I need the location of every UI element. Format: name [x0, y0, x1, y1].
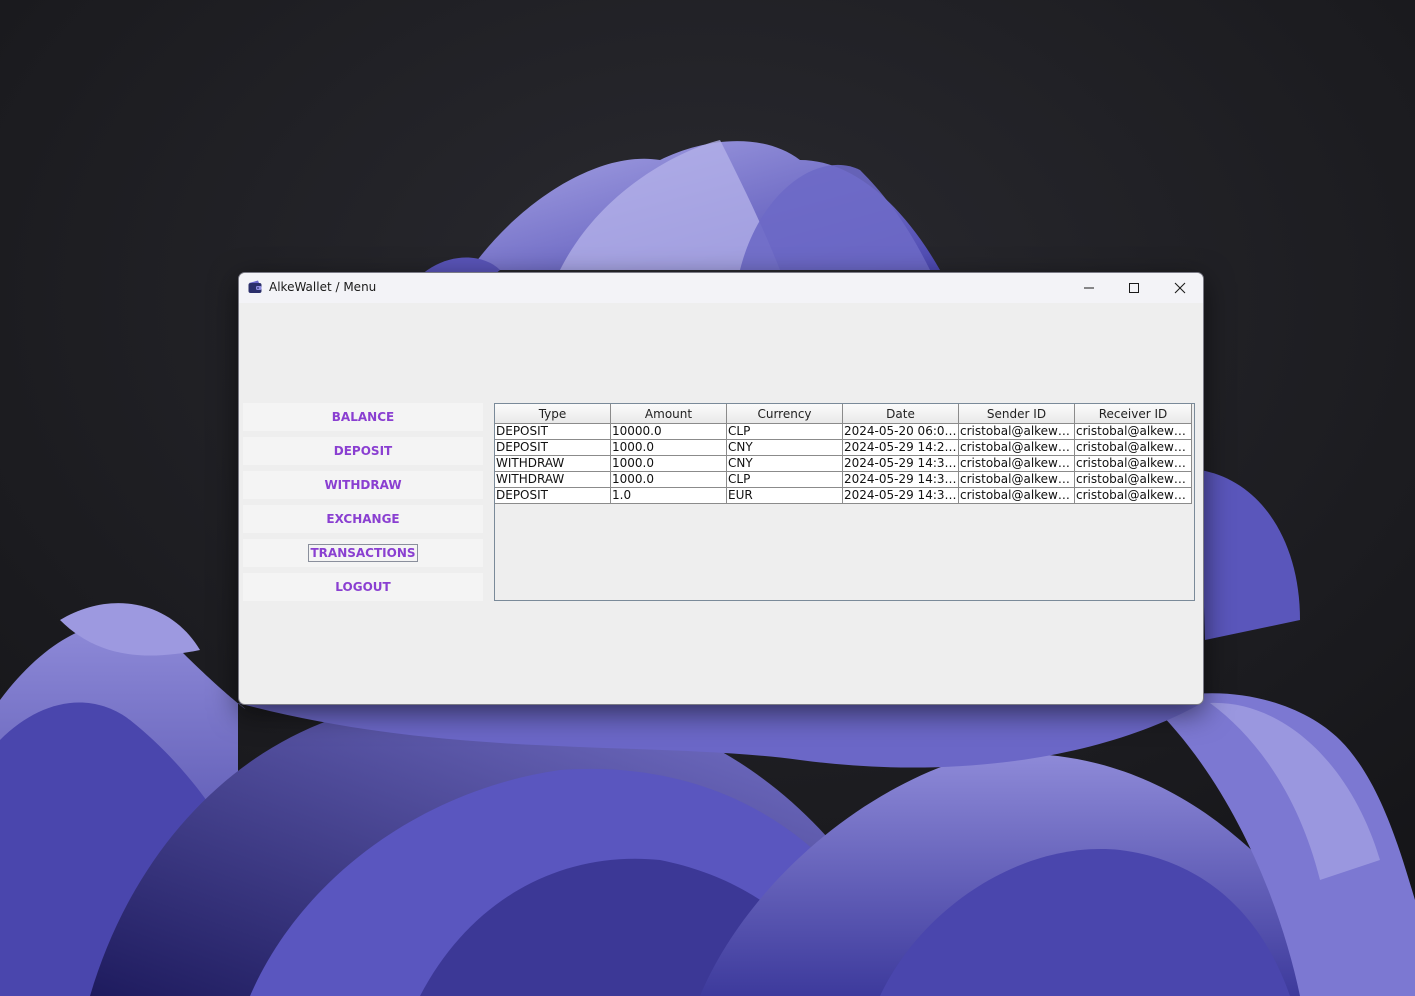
cell-date[interactable]: 2024-05-29 14:31:...	[843, 456, 959, 472]
logout-button[interactable]: LOGOUT	[243, 573, 483, 601]
cell-type[interactable]: DEPOSIT	[495, 424, 611, 440]
table-header: Type Amount Currency Date Sender ID Rece…	[495, 404, 1192, 424]
cell-amount[interactable]: 1000.0	[611, 472, 727, 488]
cell-type[interactable]: WITHDRAW	[495, 456, 611, 472]
app-wallet-icon	[248, 280, 262, 293]
transactions-table[interactable]: Type Amount Currency Date Sender ID Rece…	[494, 403, 1195, 601]
cell-type[interactable]: DEPOSIT	[495, 488, 611, 504]
cell-amount[interactable]: 1000.0	[611, 456, 727, 472]
cell-date[interactable]: 2024-05-20 06:02:...	[843, 424, 959, 440]
column-header-date[interactable]: Date	[843, 404, 959, 424]
cell-sender-id[interactable]: cristobal@alkewall...	[959, 472, 1075, 488]
balance-button-label: BALANCE	[331, 410, 395, 424]
cell-receiver-id[interactable]: cristobal@alkewall...	[1075, 472, 1192, 488]
column-header-amount[interactable]: Amount	[611, 404, 727, 424]
table-body: DEPOSIT 10000.0 CLP 2024-05-20 06:02:...…	[495, 424, 1192, 504]
cell-currency[interactable]: EUR	[727, 488, 843, 504]
title-bar[interactable]: AlkeWallet / Menu	[239, 273, 1203, 303]
cell-sender-id[interactable]: cristobal@alkewall...	[959, 424, 1075, 440]
column-header-currency[interactable]: Currency	[727, 404, 843, 424]
cell-date[interactable]: 2024-05-29 14:35:...	[843, 472, 959, 488]
cell-amount[interactable]: 1.0	[611, 488, 727, 504]
desktop: AlkeWallet / Menu BALANCE DEPOSIT WITHDR…	[0, 0, 1415, 996]
exchange-button-label: EXCHANGE	[326, 512, 400, 526]
transactions-button-label: TRANSACTIONS	[308, 544, 418, 562]
cell-currency[interactable]: CNY	[727, 456, 843, 472]
cell-receiver-id[interactable]: cristobal@alkewall...	[1075, 488, 1192, 504]
cell-currency[interactable]: CLP	[727, 472, 843, 488]
column-header-receiver-id[interactable]: Receiver ID	[1075, 404, 1192, 424]
table-row[interactable]: WITHDRAW 1000.0 CNY 2024-05-29 14:31:...…	[495, 456, 1192, 472]
table-row[interactable]: WITHDRAW 1000.0 CLP 2024-05-29 14:35:...…	[495, 472, 1192, 488]
cell-sender-id[interactable]: cristobal@alkewall...	[959, 440, 1075, 456]
table-row[interactable]: DEPOSIT 10000.0 CLP 2024-05-20 06:02:...…	[495, 424, 1192, 440]
column-header-sender-id[interactable]: Sender ID	[959, 404, 1075, 424]
cell-receiver-id[interactable]: cristobal@alkewall...	[1075, 424, 1192, 440]
cell-currency[interactable]: CLP	[727, 424, 843, 440]
table-row[interactable]: DEPOSIT 1000.0 CNY 2024-05-29 14:28:... …	[495, 440, 1192, 456]
cell-sender-id[interactable]: cristobal@alkewall...	[959, 456, 1075, 472]
logout-button-label: LOGOUT	[335, 580, 391, 594]
deposit-button[interactable]: DEPOSIT	[243, 437, 483, 465]
balance-button[interactable]: BALANCE	[243, 403, 483, 431]
maximize-icon	[1129, 283, 1139, 293]
exchange-button[interactable]: EXCHANGE	[243, 505, 483, 533]
cell-sender-id[interactable]: cristobal@alkewall...	[959, 488, 1075, 504]
minimize-icon	[1084, 287, 1094, 289]
cell-type[interactable]: WITHDRAW	[495, 472, 611, 488]
cell-date[interactable]: 2024-05-29 14:35:...	[843, 488, 959, 504]
close-icon	[1174, 282, 1186, 294]
withdraw-button[interactable]: WITHDRAW	[243, 471, 483, 499]
maximize-button[interactable]	[1111, 273, 1157, 303]
cell-currency[interactable]: CNY	[727, 440, 843, 456]
window-title: AlkeWallet / Menu	[269, 280, 377, 294]
app-window: AlkeWallet / Menu BALANCE DEPOSIT WITHDR…	[238, 272, 1204, 705]
close-button[interactable]	[1157, 273, 1203, 303]
deposit-button-label: DEPOSIT	[333, 444, 393, 458]
column-header-type[interactable]: Type	[495, 404, 611, 424]
cell-receiver-id[interactable]: cristobal@alkewall...	[1075, 456, 1192, 472]
minimize-button[interactable]	[1066, 273, 1112, 303]
cell-type[interactable]: DEPOSIT	[495, 440, 611, 456]
table-row[interactable]: DEPOSIT 1.0 EUR 2024-05-29 14:35:... cri…	[495, 488, 1192, 504]
cell-amount[interactable]: 1000.0	[611, 440, 727, 456]
withdraw-button-label: WITHDRAW	[324, 478, 402, 492]
cell-date[interactable]: 2024-05-29 14:28:...	[843, 440, 959, 456]
cell-receiver-id[interactable]: cristobal@alkewall...	[1075, 440, 1192, 456]
transactions-button[interactable]: TRANSACTIONS	[243, 539, 483, 567]
cell-amount[interactable]: 10000.0	[611, 424, 727, 440]
